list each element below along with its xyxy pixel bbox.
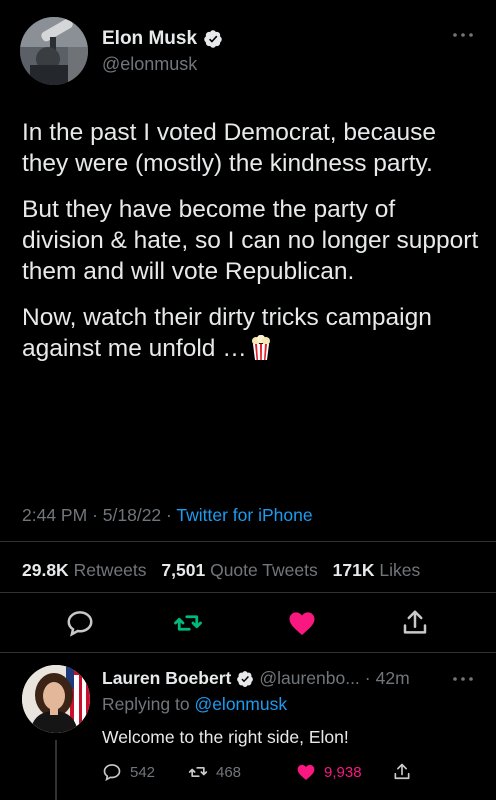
meta-separator-1: ·: [92, 505, 98, 525]
reply-retweet-icon: [188, 767, 208, 777]
author-avatar-image: [20, 17, 88, 85]
tweet-paragraph-3-text: Now, watch their dirty tricks campaign a…: [22, 304, 432, 362]
reply-icon[interactable]: [65, 608, 95, 638]
reply-retweet-count: 468: [216, 763, 242, 781]
reply-reply-count: 542: [130, 763, 156, 781]
reply-tweet: Lauren Boebert @laurenbo... · 42m Replyi…: [0, 656, 496, 800]
tweet-date[interactable]: 5/18/22: [103, 505, 161, 525]
share-icon[interactable]: [400, 608, 430, 638]
reply-author-name[interactable]: Lauren Boebert: [102, 668, 231, 689]
divider-top: [0, 541, 496, 542]
reply-share-action[interactable]: [392, 762, 412, 782]
retweets-stat[interactable]: 29.8K Retweets: [22, 560, 147, 580]
verified-badge-icon: [204, 30, 222, 48]
meta-separator-2: ·: [166, 505, 172, 525]
reply-age[interactable]: 42m: [376, 668, 410, 689]
retweet-icon[interactable]: [173, 608, 203, 638]
reply-reply-action[interactable]: 542: [102, 762, 155, 782]
replying-to-handle[interactable]: @elonmusk: [194, 694, 287, 714]
quotes-count: 7,501: [161, 560, 206, 580]
likes-stat[interactable]: 171K Likes: [333, 560, 421, 580]
reply-more-options-icon[interactable]: [452, 674, 474, 684]
retweets-label: Retweets: [73, 560, 147, 580]
reply-like-icon: [297, 764, 315, 780]
retweets-count: 29.8K: [22, 560, 69, 580]
reply-header: Lauren Boebert @laurenbo... · 42m: [102, 668, 410, 689]
tweet-source-link[interactable]: Twitter for iPhone: [176, 505, 312, 525]
tweet-stats: 29.8K Retweets 7,501 Quote Tweets 171K L…: [22, 560, 420, 581]
reply-verified-badge-icon: [237, 670, 254, 687]
thread-line: [55, 740, 57, 800]
quote-tweets-stat[interactable]: 7,501 Quote Tweets: [161, 560, 317, 580]
tweet-paragraph-3: Now, watch their dirty tricks campaign a…: [22, 302, 482, 364]
author-name[interactable]: Elon Musk: [102, 28, 197, 50]
tweet-actions: [0, 608, 496, 640]
divider-bottom: [0, 652, 496, 653]
reply-author-avatar[interactable]: [22, 665, 90, 733]
likes-count: 171K: [332, 560, 375, 580]
author-name-row[interactable]: Elon Musk: [102, 28, 223, 50]
reply-separator: ·: [364, 668, 371, 688]
reply-like-action[interactable]: 9,938: [296, 762, 362, 782]
tweet-meta: 2:44 PM · 5/18/22 · Twitter for iPhone: [22, 505, 313, 526]
tweet-paragraph-1: In the past I voted Democrat, because th…: [22, 119, 437, 177]
reply-author-handle[interactable]: @laurenbo...: [259, 668, 359, 689]
reply-reply-icon: [103, 764, 121, 782]
popcorn-emoji-icon: [251, 335, 270, 360]
author-handle[interactable]: @elonmusk: [102, 54, 197, 75]
reply-retweet-action[interactable]: 468: [188, 762, 241, 782]
more-options-icon[interactable]: [452, 30, 474, 40]
tweet-text: In the past I voted Democrat, because th…: [22, 117, 482, 379]
replying-to: Replying to @elonmusk: [102, 694, 287, 715]
replying-to-label: Replying to: [102, 694, 190, 714]
quotes-label: Quote Tweets: [210, 560, 318, 580]
reply-author-avatar-image: [22, 665, 90, 733]
author-avatar[interactable]: [20, 17, 88, 85]
reply-share-icon: [394, 763, 410, 780]
like-icon[interactable]: [287, 608, 317, 638]
likes-label: Likes: [379, 560, 421, 580]
tweet-paragraph-2: But they have become the party of divisi…: [22, 196, 479, 285]
reply-like-count: 9,938: [324, 763, 362, 781]
reply-actions: 542 468 9,938: [102, 762, 482, 786]
divider-middle: [0, 592, 496, 593]
reply-text: Welcome to the right side, Elon!: [102, 727, 349, 747]
tweet-time[interactable]: 2:44 PM: [22, 505, 87, 525]
